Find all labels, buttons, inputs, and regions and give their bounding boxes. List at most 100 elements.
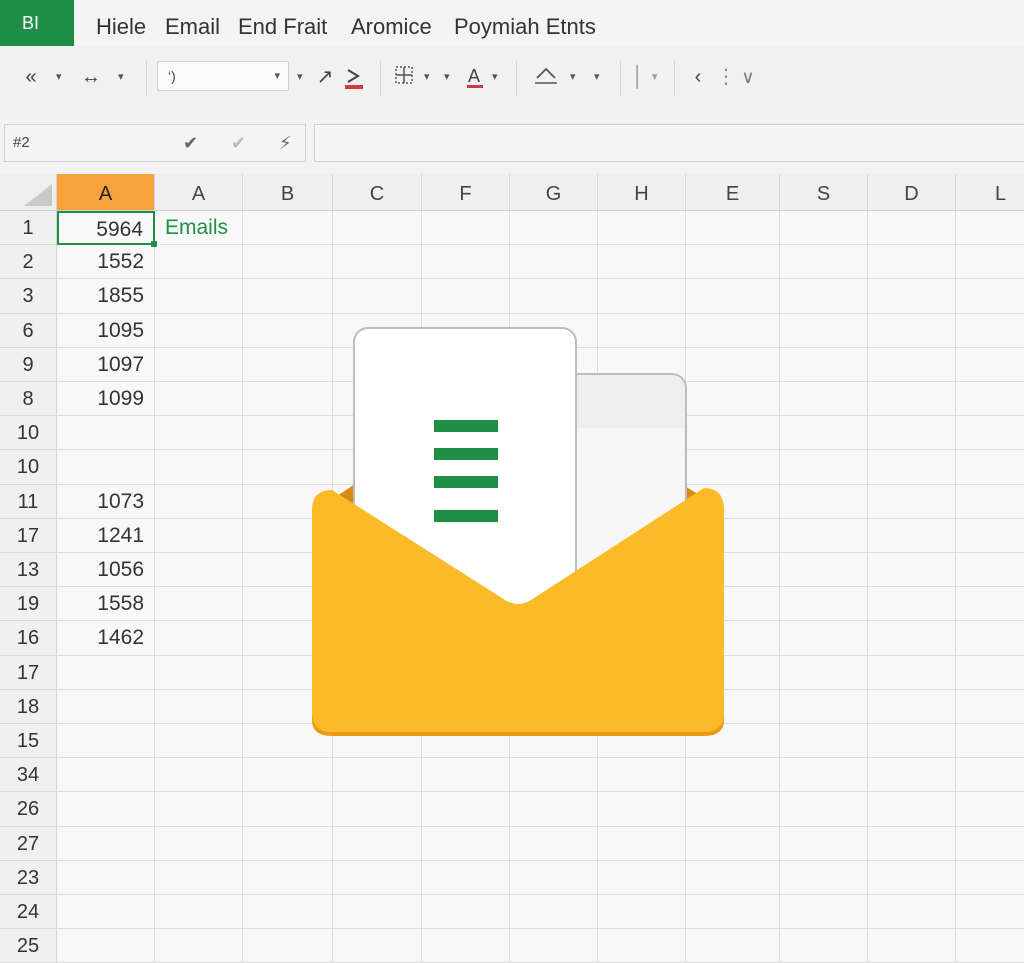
cell[interactable] (780, 895, 868, 930)
column-header[interactable]: D (868, 174, 956, 211)
cell[interactable] (686, 895, 780, 930)
text-color-dropdown-icon[interactable]: ▾ (492, 64, 498, 90)
row-header[interactable]: 2 (0, 245, 57, 280)
cell[interactable] (598, 929, 686, 963)
cell[interactable] (956, 416, 1024, 451)
sort-icon[interactable]: ‹ (688, 64, 708, 90)
cell[interactable] (780, 382, 868, 417)
format-painter-icon[interactable]: ↗ (314, 64, 336, 90)
cell[interactable] (956, 348, 1024, 382)
row-header[interactable]: 6 (0, 313, 57, 348)
cell[interactable] (780, 484, 868, 519)
name-box[interactable]: #2 ✔ ✔ ⚡ (4, 124, 306, 162)
cell[interactable] (155, 655, 243, 690)
cell[interactable] (510, 758, 598, 793)
cell-value[interactable]: 1095 (57, 313, 155, 348)
cell[interactable] (333, 279, 422, 314)
row-header[interactable]: 1 (0, 211, 57, 246)
merge-dropdown-icon[interactable]: ▾ (652, 64, 658, 90)
cell[interactable] (956, 861, 1024, 895)
cell[interactable] (155, 860, 243, 895)
cell[interactable] (57, 724, 155, 759)
menu-item-poymiah-etnts[interactable]: Poymiah Etnts (454, 0, 596, 46)
filter-icon[interactable]: ∨ (738, 64, 758, 90)
cell[interactable] (598, 758, 686, 793)
cell[interactable] (243, 860, 333, 895)
borders-icon[interactable] (392, 64, 416, 90)
cell[interactable] (780, 621, 868, 656)
cell[interactable] (956, 621, 1024, 656)
cell[interactable] (510, 245, 598, 280)
cell[interactable] (956, 450, 1024, 485)
column-header[interactable]: H (598, 174, 686, 211)
cell-value[interactable]: 1558 (57, 587, 155, 622)
cell[interactable] (868, 792, 956, 827)
cell[interactable] (780, 689, 868, 724)
selected-cell[interactable]: 5964 (57, 211, 155, 246)
cell[interactable] (956, 656, 1024, 690)
cell[interactable] (422, 279, 510, 314)
column-header[interactable]: F (422, 174, 510, 211)
cell[interactable] (868, 655, 956, 690)
cell[interactable] (243, 245, 333, 280)
cell[interactable] (510, 792, 598, 827)
cell[interactable] (956, 485, 1024, 519)
confirm-icon[interactable]: ✔ (231, 125, 246, 161)
cell[interactable] (868, 553, 956, 588)
row-header[interactable]: 34 (0, 758, 57, 793)
cell[interactable] (598, 826, 686, 861)
cell[interactable] (956, 724, 1024, 759)
cell[interactable] (155, 758, 243, 793)
cell[interactable] (780, 211, 868, 246)
cell[interactable] (422, 895, 510, 930)
cell[interactable] (686, 826, 780, 861)
cell[interactable] (956, 279, 1024, 314)
cell[interactable] (422, 860, 510, 895)
cell[interactable] (598, 860, 686, 895)
font-color-icon[interactable] (342, 64, 366, 90)
cell-value[interactable]: 1462 (57, 621, 155, 656)
function-icon[interactable]: ⚡ (279, 125, 292, 161)
column-header[interactable]: A (57, 174, 155, 211)
cell[interactable] (243, 895, 333, 930)
cell[interactable] (155, 382, 243, 417)
more-options-icon[interactable]: ⋮ (716, 64, 736, 90)
row-header[interactable]: 17 (0, 655, 57, 690)
cell[interactable] (780, 518, 868, 553)
border-style-dropdown-icon[interactable]: ▾ (444, 64, 450, 90)
cell[interactable] (868, 689, 956, 724)
cell[interactable] (686, 211, 780, 246)
cell[interactable] (333, 826, 422, 861)
cell[interactable] (868, 895, 956, 930)
row-header[interactable]: 26 (0, 792, 57, 827)
cell[interactable] (510, 860, 598, 895)
cell[interactable] (780, 245, 868, 280)
cell[interactable] (57, 860, 155, 895)
cell[interactable] (686, 792, 780, 827)
cell-value[interactable]: 1073 (57, 484, 155, 519)
align-dropdown-icon[interactable]: ▾ (594, 64, 600, 90)
cell[interactable] (956, 895, 1024, 930)
cell[interactable] (780, 792, 868, 827)
cell-value[interactable] (57, 450, 155, 485)
cell[interactable] (868, 758, 956, 793)
cell[interactable] (868, 724, 956, 759)
font-size-dropdown-icon[interactable]: ▾ (297, 64, 303, 90)
row-header[interactable]: 10 (0, 416, 57, 451)
cell[interactable] (333, 929, 422, 963)
row-header[interactable]: 10 (0, 450, 57, 485)
row-header[interactable]: 8 (0, 382, 57, 417)
cell[interactable] (780, 724, 868, 759)
cell[interactable] (956, 587, 1024, 622)
cell[interactable] (155, 484, 243, 519)
row-header[interactable]: 15 (0, 724, 57, 759)
row-header[interactable]: 25 (0, 929, 57, 963)
cell[interactable] (422, 758, 510, 793)
cell[interactable] (956, 827, 1024, 861)
menu-item-hiele[interactable]: Hiele (96, 0, 146, 46)
cell[interactable] (598, 279, 686, 314)
cell[interactable] (868, 621, 956, 656)
cell[interactable] (57, 895, 155, 930)
row-header[interactable]: 11 (0, 484, 57, 519)
cell[interactable] (956, 211, 1024, 246)
